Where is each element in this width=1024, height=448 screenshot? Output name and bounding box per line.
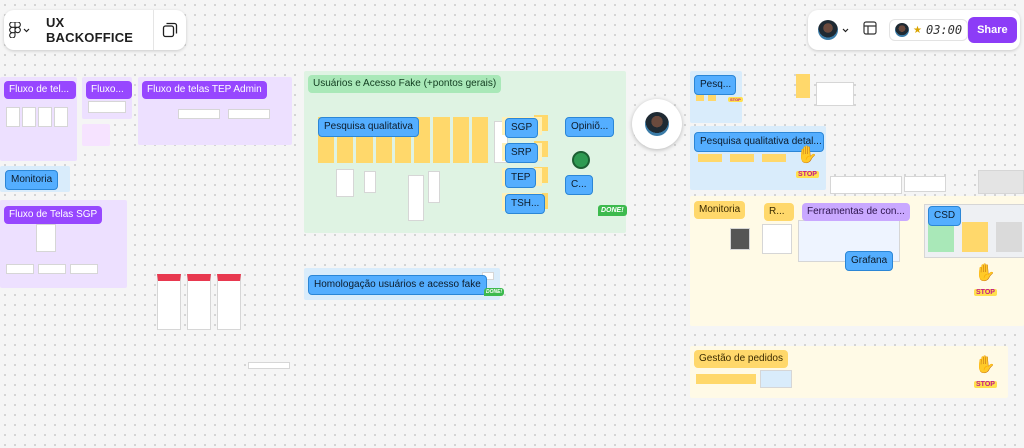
timer-icon: ★ (913, 24, 922, 36)
sticky-note (762, 154, 786, 162)
pages-button[interactable] (154, 10, 186, 50)
frame-thumbnail (22, 107, 36, 127)
stop-sticker: STOP (728, 97, 743, 102)
section-label[interactable]: Homologação usuários e acesso fake (308, 275, 487, 295)
sticky-note (928, 222, 954, 252)
collaborator-cursor[interactable] (632, 99, 682, 149)
avatar (645, 112, 669, 136)
frame-thumbnail (428, 171, 440, 203)
section-label[interactable]: Ferramentas de con... (802, 203, 910, 221)
sticky-note (696, 374, 756, 384)
hand-icon: ✋ (796, 145, 819, 164)
section-usuarios-acesso[interactable] (304, 71, 626, 233)
hand-icon: ✋ (974, 263, 997, 282)
timer-value: 03:00 (925, 23, 963, 37)
section-pink-cards (82, 124, 110, 146)
frame-thumbnail (178, 109, 220, 119)
frame-thumbnail (70, 264, 98, 274)
sticky-note (730, 154, 754, 162)
frame-thumbnail (88, 101, 126, 113)
section-label[interactable]: Usuários e Acesso Fake (+pontos gerais) (308, 75, 502, 93)
timer-widget[interactable]: ★ 03:00 (889, 19, 969, 41)
sticky-note (698, 154, 722, 162)
user-avatar-menu[interactable] (818, 20, 849, 40)
done-sticker: DONE! (598, 205, 627, 216)
sticky-column (433, 117, 450, 163)
section-label[interactable]: Fluxo de Telas SGP (4, 206, 103, 224)
sticky-column (452, 117, 469, 163)
frame-thumbnail (364, 171, 376, 193)
section-label[interactable]: TSH... (505, 194, 546, 214)
frame-thumbnail (762, 224, 792, 254)
section-label[interactable]: Monitoria (694, 201, 746, 219)
avatar (818, 20, 838, 40)
stop-sticker: ✋ STOP (974, 355, 997, 388)
badge-icon (572, 151, 590, 169)
section-label[interactable]: Monitoria (5, 170, 59, 190)
section-label[interactable]: Fluxo... (86, 81, 132, 99)
frame-thumbnail (6, 264, 34, 274)
document-thumbnail[interactable] (187, 274, 211, 330)
hand-icon: ✋ (974, 355, 997, 374)
timer-avatar (895, 23, 909, 37)
frame-thumbnail (228, 109, 270, 119)
sticky-note (962, 222, 988, 252)
file-toolbar: UX BACKOFFICE (4, 10, 186, 50)
frame-thumbnail (816, 82, 854, 106)
frame-thumbnail (760, 370, 792, 388)
sticky-cluster (796, 74, 810, 98)
frame-thumbnail (6, 107, 20, 127)
frame-thumbnail (54, 107, 68, 127)
frame-thumbnail (336, 169, 354, 197)
stop-sticker: ✋ STOP (796, 145, 819, 178)
section-label[interactable]: R... (764, 203, 794, 221)
frame-thumbnail (38, 264, 66, 274)
section-label[interactable]: CSD (928, 206, 962, 226)
section-label[interactable]: Fluxo de telas TEP Admin (142, 81, 267, 99)
section-label[interactable]: Pesquisa qualitativa (318, 117, 419, 137)
chevron-down-icon (842, 28, 849, 32)
section-label[interactable]: Gestão de pedidos (694, 350, 788, 368)
pages-icon (162, 22, 178, 38)
frame-thumbnail (408, 175, 424, 221)
section-label[interactable]: SGP (505, 118, 539, 138)
frame-thumbnail (730, 228, 750, 250)
section-label[interactable]: Fluxo de tel... (4, 81, 76, 99)
frame-thumbnail (830, 176, 902, 194)
frame-thumbnail (904, 176, 946, 192)
small-thumbnail (248, 362, 290, 369)
stop-sticker: ✋ STOP (974, 263, 997, 296)
sticky-note (996, 222, 1022, 252)
section-label[interactable]: SRP (505, 143, 538, 163)
frame-thumbnail (36, 224, 56, 252)
file-title[interactable]: UX BACKOFFICE (36, 15, 153, 45)
document-thumbnail[interactable] (157, 274, 181, 330)
layout-icon (863, 20, 877, 35)
document-thumbnail[interactable] (217, 274, 241, 330)
collab-toolbar: ★ 03:00 Share (808, 10, 1020, 50)
layout-button[interactable] (863, 20, 877, 40)
done-sticker: DONE! (484, 288, 505, 296)
sticky-column (471, 117, 488, 163)
frame-thumbnail (978, 170, 1024, 194)
section-label[interactable]: C... (565, 175, 593, 195)
main-menu-button[interactable] (4, 10, 36, 50)
section-label[interactable]: Grafana (845, 251, 894, 271)
frame-thumbnail (38, 107, 52, 127)
section-label[interactable]: Opiniõ... (565, 117, 615, 137)
section-label[interactable]: TEP (505, 168, 537, 188)
chevron-down-icon (24, 28, 30, 32)
figma-logo-icon (9, 22, 22, 38)
share-button[interactable]: Share (968, 17, 1017, 43)
